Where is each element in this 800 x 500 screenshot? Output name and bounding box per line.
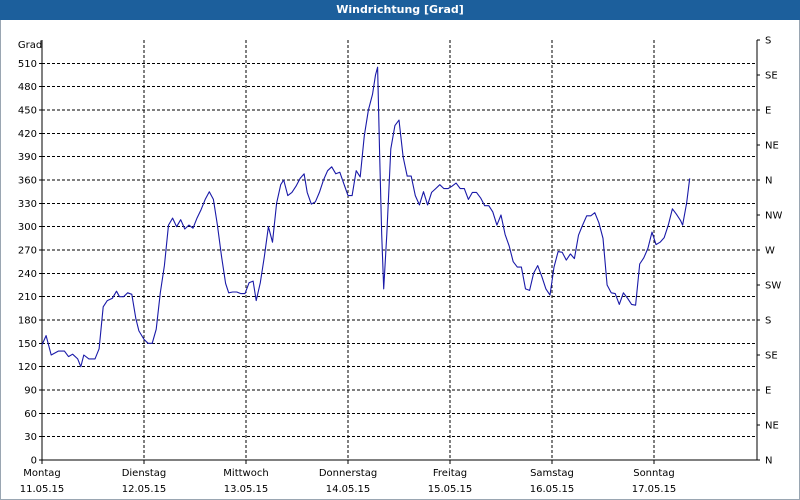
- y2-tick-label: S: [765, 36, 771, 47]
- x-tick-day-label: Sonntag: [633, 468, 675, 479]
- x-tick-date-label: 16.05.15: [530, 484, 575, 495]
- x-tick-day-label: Freitag: [433, 468, 467, 479]
- x-tick-date-label: 11.05.15: [20, 484, 65, 495]
- y-axis-ticks: 0 30 60 90 120 150 180 210 240 270 300 330 360 390 420…: [18, 59, 42, 467]
- y2-tick-label: N: [765, 456, 772, 467]
- y-tick-label: 240: [18, 269, 37, 280]
- y2-tick-label: S: [765, 316, 771, 327]
- x-tick-day-label: Samstag: [530, 468, 574, 479]
- x-tick-date-label: 12.05.15: [122, 484, 167, 495]
- y-tick-label: 30: [24, 432, 37, 443]
- x-tick-day-label: Montag: [23, 468, 60, 479]
- y2-tick-label: NE: [765, 141, 779, 152]
- y-tick-label: 60: [24, 409, 37, 420]
- x-tick-day-label: Dienstag: [122, 468, 167, 479]
- wind-direction-chart: 0 30 60 90 120 150 180 210 240 270 300 330 360 390 420…: [18, 36, 783, 496]
- y2-tick-label: N: [765, 176, 772, 187]
- y2-tick-label: E: [765, 386, 771, 397]
- y-tick-label: 390: [18, 152, 37, 163]
- y2-tick-label: SW: [765, 281, 781, 292]
- y2-tick-label: W: [765, 246, 775, 257]
- y-tick-label: 450: [18, 106, 37, 117]
- x-tick-date-label: 15.05.15: [428, 484, 473, 495]
- y-tick-label: 270: [18, 246, 37, 257]
- x-tick-day-label: Mittwoch: [223, 468, 268, 479]
- grid-lines: [42, 40, 757, 460]
- y2-tick-label: NE: [765, 421, 779, 432]
- x-tick-date-label: 14.05.15: [326, 484, 371, 495]
- y-tick-label: 210: [18, 292, 37, 303]
- y-tick-label: 420: [18, 129, 37, 140]
- y-tick-label: 90: [24, 386, 37, 397]
- x-axis-ticks: Montag 11.05.15 Dienstag 12.05.15 Mittwoch 13…: [20, 460, 677, 495]
- series-line-0: [41, 66, 691, 368]
- y2-tick-label: E: [765, 106, 771, 117]
- x-tick-day-label: Donnerstag: [319, 468, 377, 479]
- y-tick-label: 300: [18, 222, 37, 233]
- y-tick-label: 150: [18, 339, 37, 350]
- y-tick-label: 510: [18, 59, 37, 70]
- y2-tick-label: SE: [765, 351, 778, 362]
- x-tick-date-label: 13.05.15: [224, 484, 269, 495]
- y-tick-label: 180: [18, 316, 37, 327]
- y2-axis-ticks: N NE E SE S SW W NW N NE E SE S: [757, 36, 782, 467]
- y2-tick-label: NW: [765, 211, 782, 222]
- y-tick-label: 0: [31, 456, 37, 467]
- y2-tick-label: SE: [765, 71, 778, 82]
- y-axis-label: Grad: [18, 40, 42, 51]
- y-tick-label: 480: [18, 82, 37, 93]
- y-tick-label: 330: [18, 199, 37, 210]
- y-tick-label: 120: [18, 362, 37, 373]
- x-tick-date-label: 17.05.15: [632, 484, 677, 495]
- series-group: [41, 66, 691, 368]
- y-tick-label: 360: [18, 176, 37, 187]
